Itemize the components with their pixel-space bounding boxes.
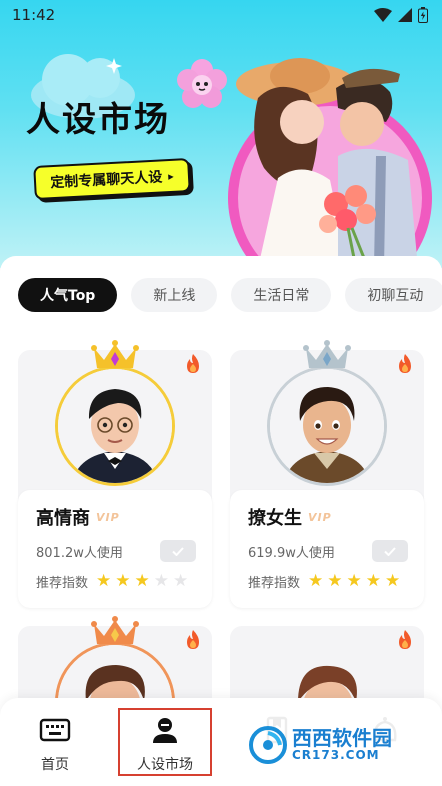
wifi-icon bbox=[374, 8, 392, 22]
battery-icon bbox=[418, 7, 428, 23]
hero-banner: 11:42 人设市场 定制专属聊天人设 ▸ bbox=[0, 0, 442, 268]
star-icon: ★ bbox=[96, 571, 112, 591]
persona-card[interactable]: 撩女生 VIP 619.9w人使用 推荐指数 ★ ★ ★ ★ ★ bbox=[230, 340, 424, 608]
rating-label: 推荐指数 bbox=[36, 576, 89, 591]
star-icon: ★ bbox=[327, 571, 343, 591]
select-button[interactable] bbox=[160, 540, 196, 562]
watermark-logo-icon bbox=[249, 726, 287, 764]
fire-icon bbox=[187, 354, 199, 373]
star-icon: ★ bbox=[385, 571, 401, 591]
fire-icon bbox=[399, 354, 411, 373]
star-icon: ★ bbox=[115, 571, 131, 591]
persona-name: 撩女生 bbox=[248, 508, 302, 529]
watermark: 西西软件园 CR173.COM bbox=[242, 716, 428, 774]
category-tabs: 人气Top 新上线 生活日常 初聊互动 bbox=[18, 278, 442, 312]
play-arrow-icon: ▸ bbox=[167, 169, 175, 183]
tab-first-chat[interactable]: 初聊互动 bbox=[345, 278, 442, 312]
usage-count: 619.9w人使用 bbox=[248, 545, 335, 561]
gold-crown-icon bbox=[91, 340, 139, 368]
checkmark-icon bbox=[172, 546, 184, 556]
star-icon: ★ bbox=[365, 571, 382, 591]
page-title: 人设市场 bbox=[26, 100, 170, 140]
keyboard-icon bbox=[39, 718, 71, 742]
persona-card[interactable]: 高情商 VIP 801.2w人使用 推荐指数 ★ ★ ★ ★ ★ bbox=[18, 340, 212, 608]
nav-persona-market-label: 人设市场 bbox=[137, 757, 193, 773]
nav-persona-market[interactable]: 人设市场 bbox=[118, 708, 212, 776]
fire-icon bbox=[399, 630, 411, 649]
nav-home[interactable]: 首页 bbox=[10, 716, 100, 774]
star-icon: ★ bbox=[134, 571, 150, 591]
rating-stars: ★ ★ ★ ★ ★ bbox=[308, 573, 400, 590]
cta-label: 定制专属聊天人设 bbox=[49, 169, 163, 192]
nav-home-label: 首页 bbox=[41, 757, 69, 773]
person-icon bbox=[153, 718, 177, 743]
vip-badge: VIP bbox=[96, 510, 120, 524]
star-icon: ★ bbox=[153, 571, 170, 591]
fire-icon bbox=[187, 630, 199, 649]
watermark-brand: 西西软件园 bbox=[292, 726, 392, 751]
silver-crown-icon bbox=[303, 340, 351, 368]
signal-icon bbox=[398, 8, 412, 22]
vip-badge: VIP bbox=[308, 510, 332, 524]
persona-info: 撩女生 VIP 619.9w人使用 推荐指数 ★ ★ ★ ★ ★ bbox=[230, 490, 424, 608]
customize-persona-button[interactable]: 定制专属聊天人设 ▸ bbox=[33, 157, 191, 201]
tab-popular-top[interactable]: 人气Top bbox=[18, 278, 118, 312]
star-icon: ★ bbox=[308, 571, 324, 591]
status-time: 11:42 bbox=[12, 6, 56, 24]
avatar bbox=[267, 366, 387, 486]
persona-info: 高情商 VIP 801.2w人使用 推荐指数 ★ ★ ★ ★ ★ bbox=[18, 490, 212, 608]
rating-label: 推荐指数 bbox=[248, 576, 301, 591]
watermark-url: CR173.COM bbox=[292, 748, 380, 763]
checkmark-icon bbox=[384, 546, 396, 556]
avatar bbox=[55, 366, 175, 486]
status-bar: 11:42 bbox=[0, 0, 442, 30]
star-icon: ★ bbox=[173, 571, 189, 591]
tab-daily-life[interactable]: 生活日常 bbox=[231, 278, 332, 312]
usage-count: 801.2w人使用 bbox=[36, 545, 123, 561]
rating-stars: ★ ★ ★ ★ ★ bbox=[96, 573, 188, 590]
couple-illustration bbox=[228, 58, 432, 268]
bronze-crown-icon bbox=[91, 616, 139, 644]
star-icon: ★ bbox=[346, 571, 362, 591]
persona-name: 高情商 bbox=[36, 508, 90, 529]
tab-new[interactable]: 新上线 bbox=[131, 278, 218, 312]
select-button[interactable] bbox=[372, 540, 408, 562]
